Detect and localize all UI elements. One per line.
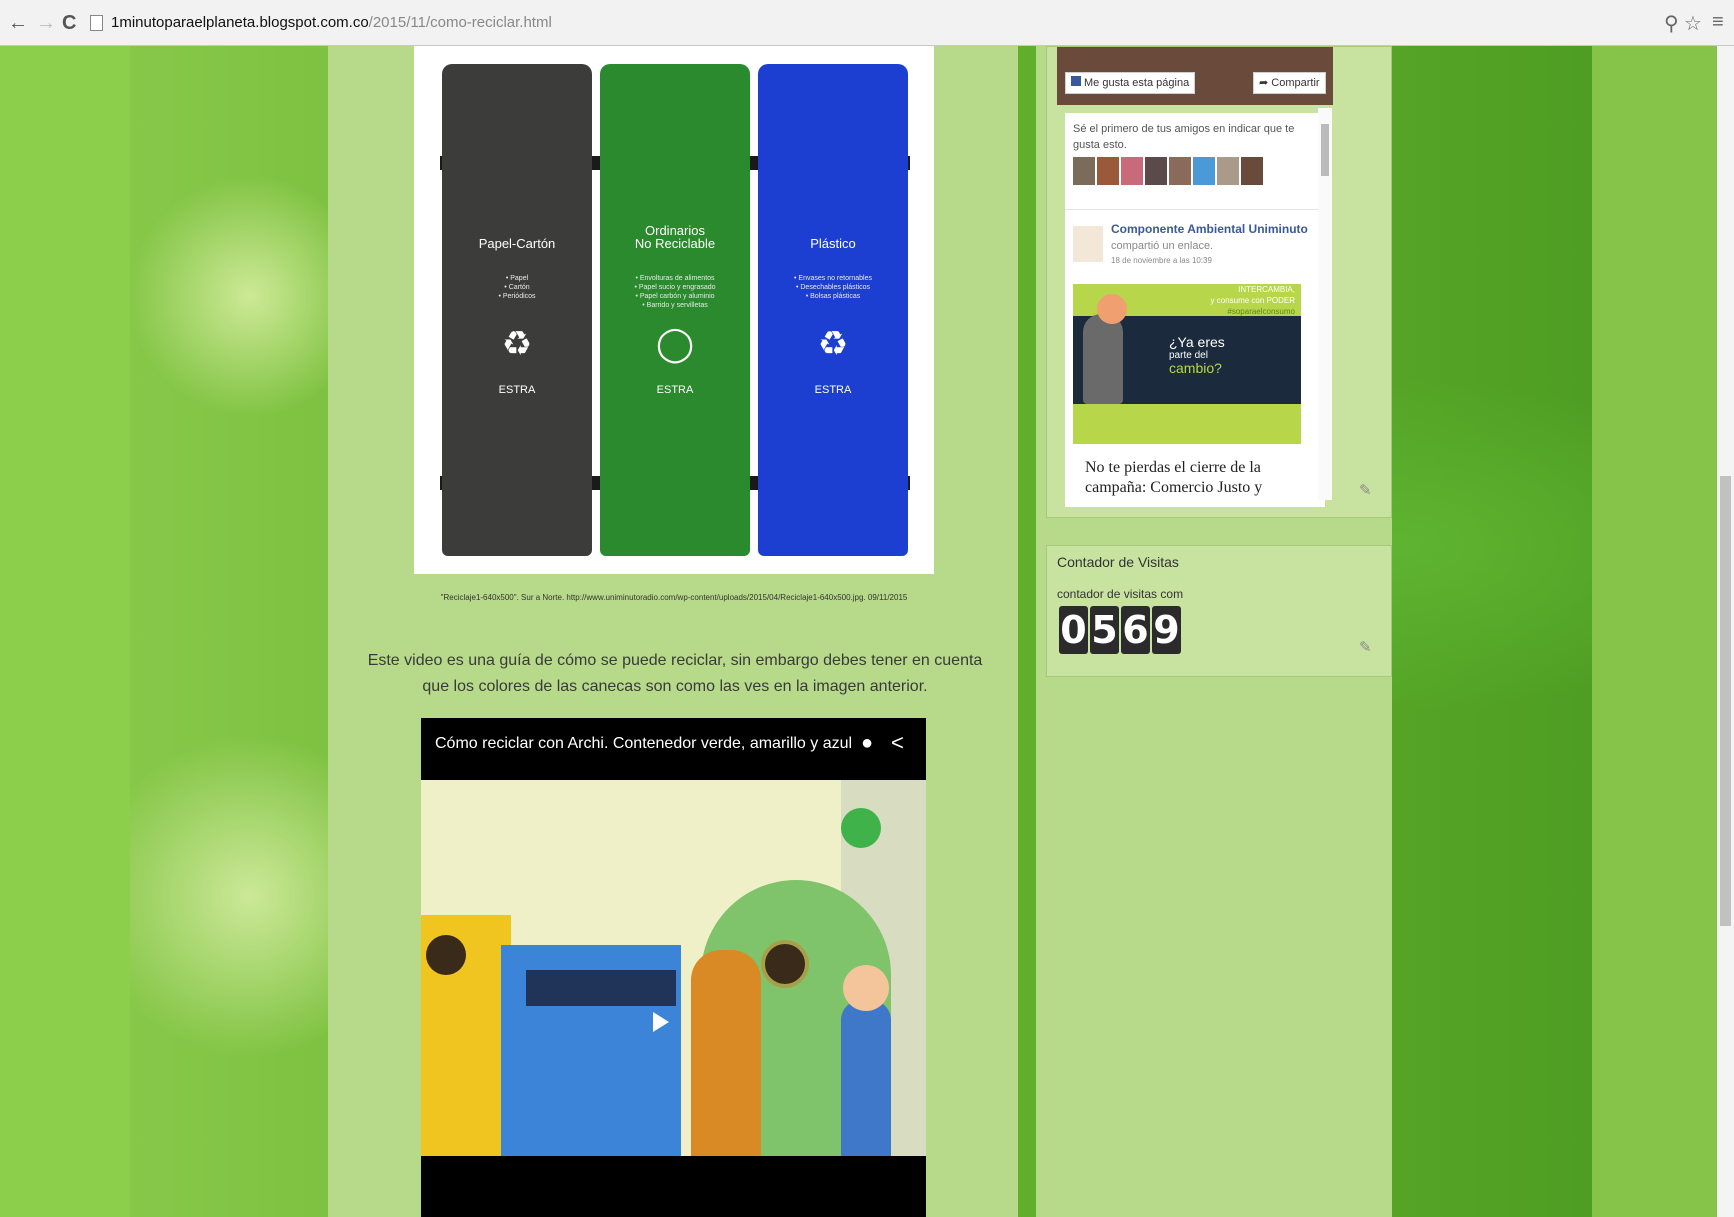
post-image-line: INTERCAMBIA, xyxy=(1238,285,1295,294)
girl-character xyxy=(841,1000,891,1156)
bin-plastic: Plástico • Envases no retornables • Dese… xyxy=(758,64,908,556)
post-image-line: y consume con PODER xyxy=(1210,296,1295,305)
post-image-slogan-line: cambio? xyxy=(1169,360,1222,376)
counter-digit: 6 xyxy=(1121,606,1150,654)
video-embed[interactable]: Cómo reciclar con Archi. Contenedor verd… xyxy=(421,718,926,1217)
recycle-icon: ♻ xyxy=(817,325,849,363)
back-icon[interactable]: ← xyxy=(8,11,28,35)
counter-digit: 0 xyxy=(1059,606,1088,654)
blue-container-lid xyxy=(526,970,676,1006)
friend-avatar[interactable] xyxy=(1169,157,1191,185)
play-icon[interactable] xyxy=(653,1012,669,1032)
friends-like-text: Sé el primero de tus amigos en indicar q… xyxy=(1073,123,1295,151)
image-caption: "Reciclaje1-640x500". Sur a Norte. http:… xyxy=(440,593,908,602)
bin-items: • Envolturas de alimentos • Papel sucio … xyxy=(634,275,716,309)
post-text: No te pierdas el cierre de la campaña: C… xyxy=(1085,459,1263,496)
url-host: 1minutoparaelplaneta.blogspot.com.co xyxy=(111,14,369,31)
post-image-band xyxy=(1073,404,1301,444)
clock-icon[interactable]: ● xyxy=(861,732,873,755)
post-image[interactable]: INTERCAMBIA, y consume con PODER #sopara… xyxy=(1073,284,1301,444)
friend-avatar[interactable] xyxy=(1073,157,1095,185)
page-scrollbar-thumb[interactable] xyxy=(1720,476,1731,926)
browser-toolbar: ← → C 1minutoparaelplaneta.blogspot.com.… xyxy=(0,0,1734,46)
facebook-page-widget: Me gusta esta página ➦ Compartir Sé el p… xyxy=(1046,46,1392,518)
page-name-link[interactable]: Componente Ambiental Uniminuto xyxy=(1111,222,1308,236)
video-title[interactable]: Cómo reciclar con Archi. Contenedor verd… xyxy=(435,735,852,753)
facebook-icon xyxy=(1071,76,1081,86)
share-icon[interactable]: < xyxy=(891,730,904,756)
friend-avatar[interactable] xyxy=(1145,157,1167,185)
recycle-icon: ♻ xyxy=(501,325,533,363)
like-page-label: Me gusta esta página xyxy=(1084,77,1190,89)
menu-icon[interactable]: ≡ xyxy=(1712,11,1724,34)
cartoon-head xyxy=(1097,294,1127,324)
page-logo[interactable] xyxy=(1073,226,1103,262)
counter-subtitle[interactable]: contador de visitas com xyxy=(1057,587,1183,601)
visit-counter-widget: Contador de Visitas contador de visitas … xyxy=(1046,545,1392,677)
post-image-line: #soparaelconsumo xyxy=(1227,307,1295,316)
post-image-heading: INTERCAMBIA, y consume con PODER #sopara… xyxy=(1211,284,1295,317)
facebook-cover-image: Me gusta esta página ➦ Compartir xyxy=(1057,47,1333,105)
friend-avatar[interactable] xyxy=(1217,157,1239,185)
counter-display[interactable]: 0569 xyxy=(1059,606,1183,654)
girl-head xyxy=(843,965,889,1011)
bin-non-recyclable: Ordinarios No Reciclable • Envolturas de… xyxy=(600,64,750,556)
reload-icon[interactable]: C xyxy=(62,11,76,35)
bin-label: Papel-Cartón xyxy=(478,236,556,251)
like-page-button[interactable]: Me gusta esta página xyxy=(1065,72,1196,94)
share-button[interactable]: ➦ Compartir xyxy=(1253,72,1326,94)
search-icon[interactable]: ⚲ xyxy=(1664,11,1679,36)
feed-scrollbar[interactable] xyxy=(1318,108,1332,500)
bin-label: Plástico xyxy=(810,236,856,251)
address-bar[interactable]: 1minutoparaelplaneta.blogspot.com.co/201… xyxy=(90,10,1640,36)
post-action: compartió un enlace. xyxy=(1111,240,1214,252)
bin-items: • Envases no retornables • Desechables p… xyxy=(794,275,872,300)
edit-tool-icon[interactable]: ✎ xyxy=(1359,638,1372,656)
bin-brand: ESTRA xyxy=(498,384,536,396)
counter-digit: 5 xyxy=(1090,606,1119,654)
widget-title: Contador de Visitas xyxy=(1057,554,1179,570)
post-image-slogan-line: ¿Ya eres xyxy=(1169,334,1225,350)
share-button-label: Compartir xyxy=(1271,77,1320,89)
facebook-feed[interactable]: Sé el primero de tus amigos en indicar q… xyxy=(1065,113,1325,507)
facebook-post: Componente Ambiental Uniminuto compartió… xyxy=(1065,209,1325,507)
container-hole xyxy=(426,935,466,975)
page-icon xyxy=(90,15,103,32)
friend-avatar[interactable] xyxy=(1193,157,1215,185)
container-hole xyxy=(761,940,809,988)
bin-brand: ESTRA xyxy=(814,384,852,396)
left-background-band xyxy=(0,46,130,1217)
friend-avatar[interactable] xyxy=(1121,157,1143,185)
recycling-bins-image: Papel-Cartón • Papel • Cartón • Periódic… xyxy=(414,46,934,574)
circle-arrows-icon: ◯ xyxy=(655,325,695,363)
bin-label: Ordinarios No Reciclable xyxy=(634,223,716,251)
friend-avatar[interactable] xyxy=(1097,157,1119,185)
edit-tool-icon[interactable]: ✎ xyxy=(1359,481,1372,499)
right-background-band xyxy=(1592,46,1734,1217)
post-date[interactable]: 18 de noviembre a las 10:39 xyxy=(1111,256,1212,265)
share-arrow-icon: ➦ xyxy=(1259,77,1272,89)
url-path: /2015/11/como-reciclar.html xyxy=(368,14,552,31)
video-thumbnail[interactable] xyxy=(421,780,926,1156)
bin-items: • Papel • Cartón • Periódicos xyxy=(498,275,536,300)
recycle-sign xyxy=(841,808,881,848)
bin-paper-cardboard: Papel-Cartón • Papel • Cartón • Periódic… xyxy=(442,64,592,556)
post-image-slogan: ¿Ya eres parte del cambio? xyxy=(1169,334,1225,376)
feed-scrollbar-thumb[interactable] xyxy=(1321,124,1329,176)
bin-brand: ESTRA xyxy=(656,384,694,396)
friend-avatar[interactable] xyxy=(1241,157,1263,185)
cartoon-character xyxy=(1083,314,1123,404)
page-scrollbar[interactable] xyxy=(1717,46,1734,1217)
post-paragraph: Este video es una guía de cómo se puede … xyxy=(367,652,983,695)
archi-dog xyxy=(691,950,761,1156)
counter-digit: 9 xyxy=(1152,606,1181,654)
forward-icon[interactable]: → xyxy=(36,11,56,35)
star-icon[interactable]: ☆ xyxy=(1684,11,1702,36)
